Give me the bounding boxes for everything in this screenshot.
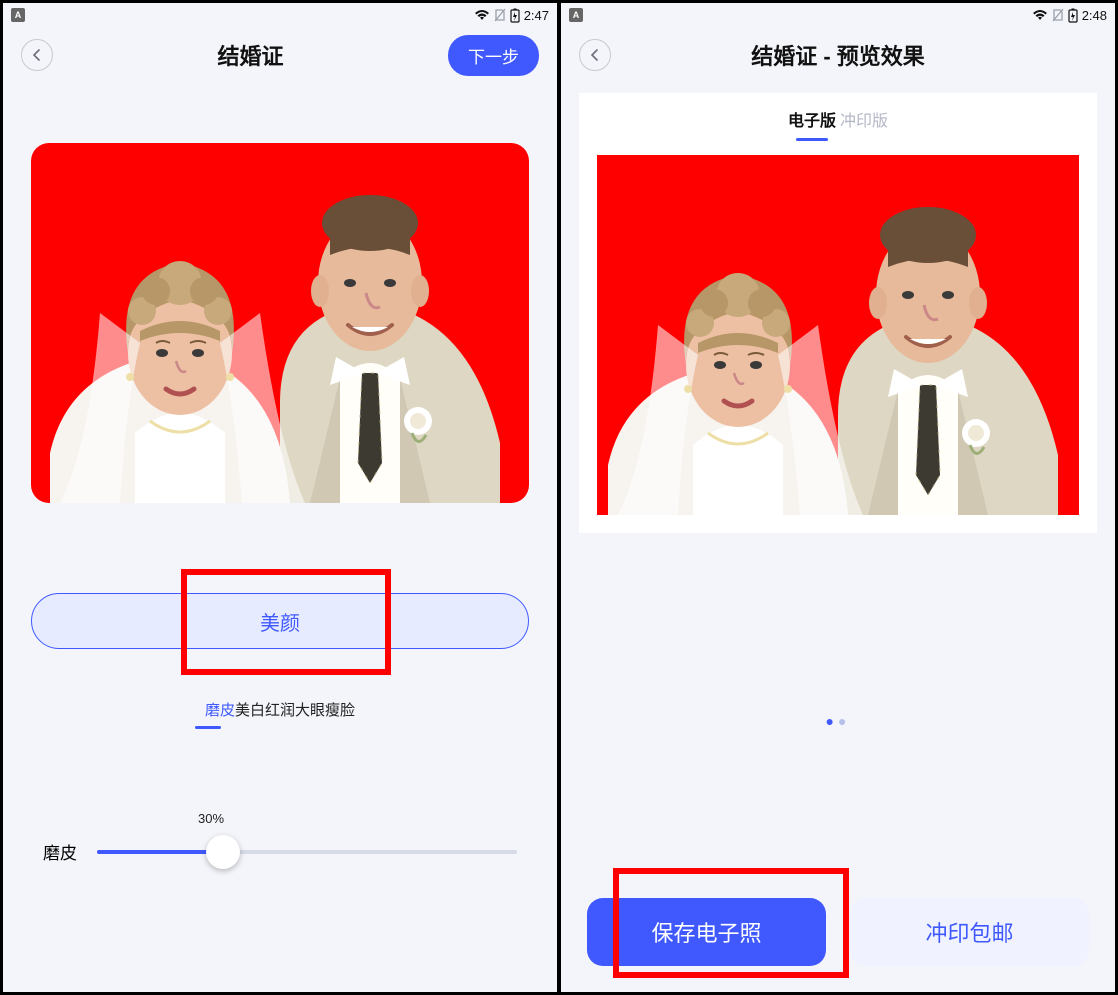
phone-screen-edit: A 2:47 结婚证 下一步 — [3, 3, 557, 992]
wifi-icon — [1032, 9, 1048, 21]
filter-tab-rosy[interactable]: 红润 — [265, 702, 295, 719]
preview-card: 电子版 冲印版 — [579, 93, 1097, 533]
filter-tab-slimface[interactable]: 瘦脸 — [325, 702, 355, 719]
photo-preview — [597, 155, 1079, 515]
filter-tab-underline — [195, 726, 221, 729]
wifi-icon — [474, 9, 490, 21]
slider-track[interactable] — [97, 850, 517, 854]
loading-dots-icon: ●● — [561, 713, 1115, 729]
preview-tabs: 电子版 冲印版 — [579, 93, 1097, 147]
tab-digital[interactable]: 电子版 — [786, 107, 838, 137]
battery-charging-icon — [510, 8, 520, 23]
beauty-row: 美颜 — [31, 593, 529, 649]
photo-preview — [31, 143, 529, 503]
slider-label: 磨皮 — [43, 839, 77, 864]
filter-tab-whiten[interactable]: 美白 — [235, 702, 265, 719]
slider-percent-label: 30% — [198, 811, 224, 826]
page-title: 结婚证 — [53, 39, 448, 71]
tab-print[interactable]: 冲印版 — [838, 107, 890, 137]
page-title: 结婚证 - 预览效果 — [611, 39, 1065, 71]
slider-block: 30% 磨皮 — [43, 839, 517, 864]
filter-tab-bigeye[interactable]: 大眼 — [295, 702, 325, 719]
couple-photo-illustration — [31, 143, 529, 503]
beauty-button[interactable]: 美颜 — [31, 593, 529, 649]
battery-charging-icon — [1068, 8, 1078, 23]
status-bar: A 2:48 — [561, 3, 1115, 27]
back-button[interactable] — [21, 39, 53, 71]
status-time: 2:47 — [524, 8, 549, 23]
chevron-left-icon — [31, 49, 43, 61]
no-sim-icon — [1052, 8, 1064, 22]
notification-badge-icon: A — [569, 8, 583, 22]
status-bar: A 2:47 — [3, 3, 557, 27]
couple-photo-illustration — [597, 155, 1079, 515]
slider-fill — [97, 850, 223, 854]
filter-tabs: 磨皮美白红润大眼瘦脸 — [205, 699, 355, 729]
navbar: 结婚证 下一步 — [3, 27, 557, 83]
save-digital-button[interactable]: 保存电子照 — [587, 898, 826, 966]
phone-screen-preview: A 2:48 结婚证 - 预览效果 电子版 冲印版 — [561, 3, 1115, 992]
navbar: 结婚证 - 预览效果 — [561, 27, 1115, 83]
slider-thumb[interactable] — [206, 835, 240, 869]
bottom-button-row: 保存电子照 冲印包邮 — [587, 898, 1089, 966]
back-button[interactable] — [579, 39, 611, 71]
status-time: 2:48 — [1082, 8, 1107, 23]
notification-badge-icon: A — [11, 8, 25, 22]
next-button[interactable]: 下一步 — [448, 35, 539, 76]
chevron-left-icon — [589, 49, 601, 61]
no-sim-icon — [494, 8, 506, 22]
print-ship-button[interactable]: 冲印包邮 — [850, 898, 1089, 966]
filter-tab-smooth[interactable]: 磨皮 — [205, 702, 235, 719]
